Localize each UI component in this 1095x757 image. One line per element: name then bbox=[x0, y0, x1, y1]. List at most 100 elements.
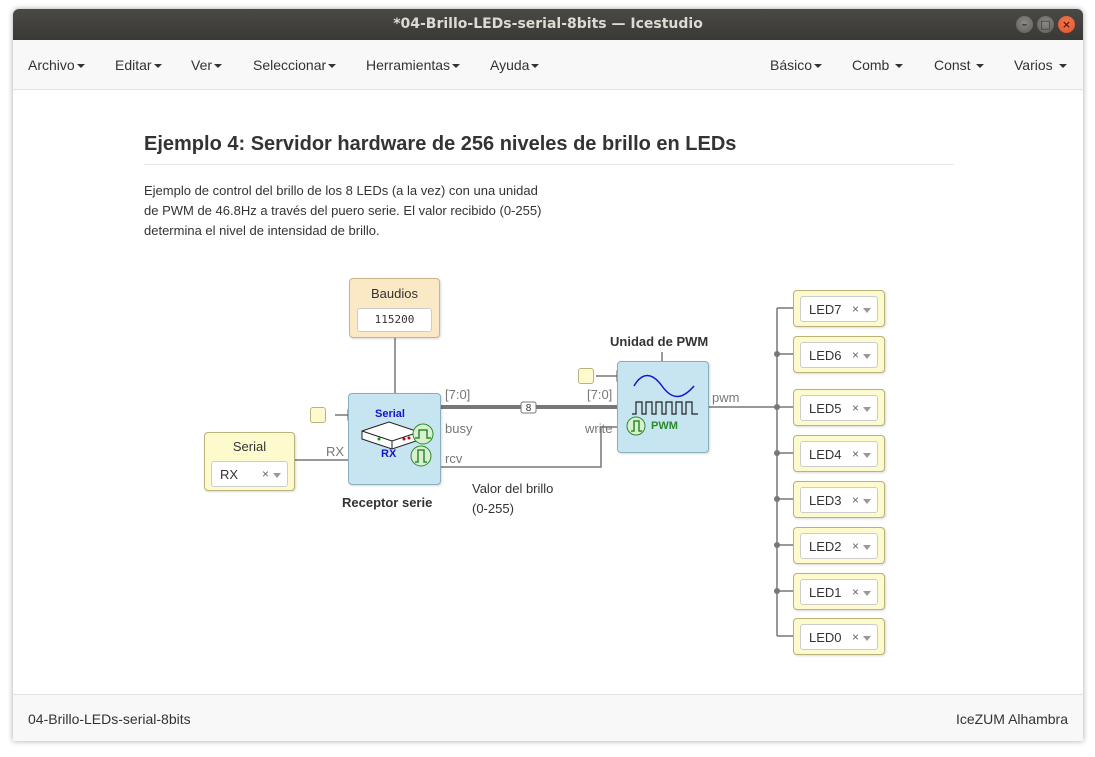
pwm-write-port-label: write bbox=[585, 421, 613, 436]
pwm-label: PWM bbox=[651, 420, 678, 432]
led-output-block[interactable]: LED2 × bbox=[793, 527, 885, 564]
app-window: *04-Brillo-LEDs-serial-8bits — Icestudio… bbox=[13, 9, 1083, 741]
serial-device-icon bbox=[361, 421, 434, 467]
caret-down-icon bbox=[214, 64, 223, 69]
serial-input-label: Serial bbox=[232, 439, 267, 454]
window-controls: – □ × bbox=[1016, 16, 1075, 33]
window-title: *04-Brillo-LEDs-serial-8bits — Icestudio bbox=[393, 16, 703, 32]
menu-comb[interactable]: Comb bbox=[852, 57, 904, 73]
serial-receiver-block[interactable]: Serial RX bbox=[348, 393, 441, 485]
pwm-data-port-label: [7:0] bbox=[587, 387, 613, 402]
led-pin-value: LED4 bbox=[809, 447, 842, 462]
caret-down-icon bbox=[895, 64, 904, 69]
led-pin-value: LED7 bbox=[809, 302, 842, 317]
led-pin-select[interactable]: LED4 × bbox=[800, 441, 878, 467]
menu-bar: Archivo Editar Ver Seleccionar Herramien… bbox=[13, 40, 1083, 90]
clear-icon[interactable]: × bbox=[852, 447, 859, 461]
pwm-clock-input[interactable] bbox=[578, 368, 594, 384]
dropdown-arrow-icon[interactable] bbox=[863, 591, 871, 596]
led-pin-value: LED3 bbox=[809, 493, 842, 508]
led-output-block[interactable]: LED0 × bbox=[793, 618, 885, 655]
dropdown-arrow-icon[interactable] bbox=[273, 473, 281, 478]
menu-ayuda[interactable]: Ayuda bbox=[490, 57, 540, 73]
pwm-waveform-icon bbox=[626, 374, 698, 436]
value-note-line: (0-255) bbox=[472, 501, 514, 516]
baud-label: Baudios bbox=[371, 286, 418, 301]
caret-down-icon bbox=[328, 64, 337, 69]
clear-icon[interactable]: × bbox=[852, 630, 859, 644]
baud-constant[interactable]: Baudios 115200 bbox=[349, 278, 440, 338]
led-pin-select[interactable]: LED1 × bbox=[800, 579, 878, 605]
rx-wire-label: RX bbox=[326, 444, 345, 459]
bus-width-label: 8 bbox=[526, 403, 532, 414]
dropdown-arrow-icon[interactable] bbox=[863, 354, 871, 359]
maximize-button[interactable]: □ bbox=[1037, 16, 1054, 33]
dropdown-arrow-icon[interactable] bbox=[863, 499, 871, 504]
menu-herramientas[interactable]: Herramientas bbox=[366, 57, 461, 73]
menu-seleccionar[interactable]: Seleccionar bbox=[253, 57, 337, 73]
caret-down-icon bbox=[153, 64, 162, 69]
led-pin-select[interactable]: LED6 × bbox=[800, 342, 878, 368]
serial-pin-select[interactable]: RX × bbox=[211, 461, 288, 487]
title-bar: *04-Brillo-LEDs-serial-8bits — Icestudio… bbox=[13, 9, 1083, 40]
dropdown-arrow-icon[interactable] bbox=[863, 636, 871, 641]
led-pin-select[interactable]: LED7 × bbox=[800, 296, 878, 322]
clear-icon[interactable]: × bbox=[852, 585, 859, 599]
clear-icon[interactable]: × bbox=[852, 493, 859, 507]
minimize-button[interactable]: – bbox=[1016, 16, 1033, 33]
caret-down-icon bbox=[814, 64, 823, 69]
receiver-data-port-label: [7:0] bbox=[445, 387, 471, 402]
clear-icon[interactable]: × bbox=[852, 539, 859, 553]
led-pin-select[interactable]: LED0 × bbox=[800, 624, 878, 650]
led-output-block[interactable]: LED6 × bbox=[793, 336, 885, 373]
clear-icon[interactable]: × bbox=[852, 302, 859, 316]
led-pin-select[interactable]: LED5 × bbox=[800, 395, 878, 421]
led-output-block[interactable]: LED5 × bbox=[793, 389, 885, 426]
wires-layer: 8 bbox=[295, 307, 793, 637]
led-output-block[interactable]: LED1 × bbox=[793, 573, 885, 610]
led-pin-value: LED5 bbox=[809, 401, 842, 416]
dropdown-arrow-icon[interactable] bbox=[863, 453, 871, 458]
led-pin-value: LED2 bbox=[809, 539, 842, 554]
caret-down-icon bbox=[76, 64, 85, 69]
board-selector[interactable]: IceZUM Alhambra bbox=[956, 711, 1068, 727]
menu-const[interactable]: Const bbox=[934, 57, 985, 73]
led-pin-select[interactable]: LED3 × bbox=[800, 487, 878, 513]
menu-ver[interactable]: Ver bbox=[191, 57, 223, 73]
receiver-subtitle: RX bbox=[381, 448, 397, 460]
serial-pin-value: RX bbox=[220, 467, 239, 482]
dropdown-arrow-icon[interactable] bbox=[863, 308, 871, 313]
design-canvas[interactable]: Ejemplo 4: Servidor hardware de 256 nive… bbox=[13, 91, 1083, 694]
menu-editar[interactable]: Editar bbox=[115, 57, 162, 73]
clear-icon[interactable]: × bbox=[852, 348, 859, 362]
baud-value-field[interactable]: 115200 bbox=[357, 308, 432, 332]
dropdown-arrow-icon[interactable] bbox=[863, 545, 871, 550]
pwm-out-port-label: pwm bbox=[712, 390, 740, 405]
led-output-block[interactable]: LED4 × bbox=[793, 435, 885, 472]
menu-archivo[interactable]: Archivo bbox=[28, 57, 85, 73]
receiver-rcv-port-label: rcv bbox=[445, 451, 463, 466]
led-output-block[interactable]: LED3 × bbox=[793, 481, 885, 518]
menu-basico[interactable]: Básico bbox=[770, 57, 823, 73]
clear-icon[interactable]: × bbox=[852, 401, 859, 415]
value-note-line: Valor del brillo bbox=[472, 481, 554, 496]
status-bar: 04-Brillo-LEDs-serial-8bits IceZUM Alham… bbox=[13, 694, 1083, 741]
receiver-busy-port-label: busy bbox=[445, 421, 473, 436]
project-name: 04-Brillo-LEDs-serial-8bits bbox=[28, 711, 191, 727]
led-output-block[interactable]: LED7 × bbox=[793, 290, 885, 327]
led-pin-value: LED1 bbox=[809, 585, 842, 600]
caret-down-icon bbox=[531, 64, 540, 69]
serial-input-block[interactable]: Serial RX × bbox=[204, 432, 295, 491]
caret-down-icon bbox=[452, 64, 461, 69]
dropdown-arrow-icon[interactable] bbox=[863, 407, 871, 412]
clear-icon[interactable]: × bbox=[262, 467, 269, 481]
led-pin-select[interactable]: LED2 × bbox=[800, 533, 878, 559]
led-pin-value: LED6 bbox=[809, 348, 842, 363]
menu-varios[interactable]: Varios bbox=[1014, 57, 1067, 73]
led-pin-value: LED0 bbox=[809, 630, 842, 645]
caret-down-icon bbox=[1058, 64, 1067, 69]
close-button[interactable]: × bbox=[1058, 16, 1075, 33]
pwm-caption: Unidad de PWM bbox=[610, 334, 709, 349]
receiver-clock-input[interactable] bbox=[310, 407, 326, 423]
pwm-unit-block[interactable]: PWM bbox=[617, 361, 709, 453]
